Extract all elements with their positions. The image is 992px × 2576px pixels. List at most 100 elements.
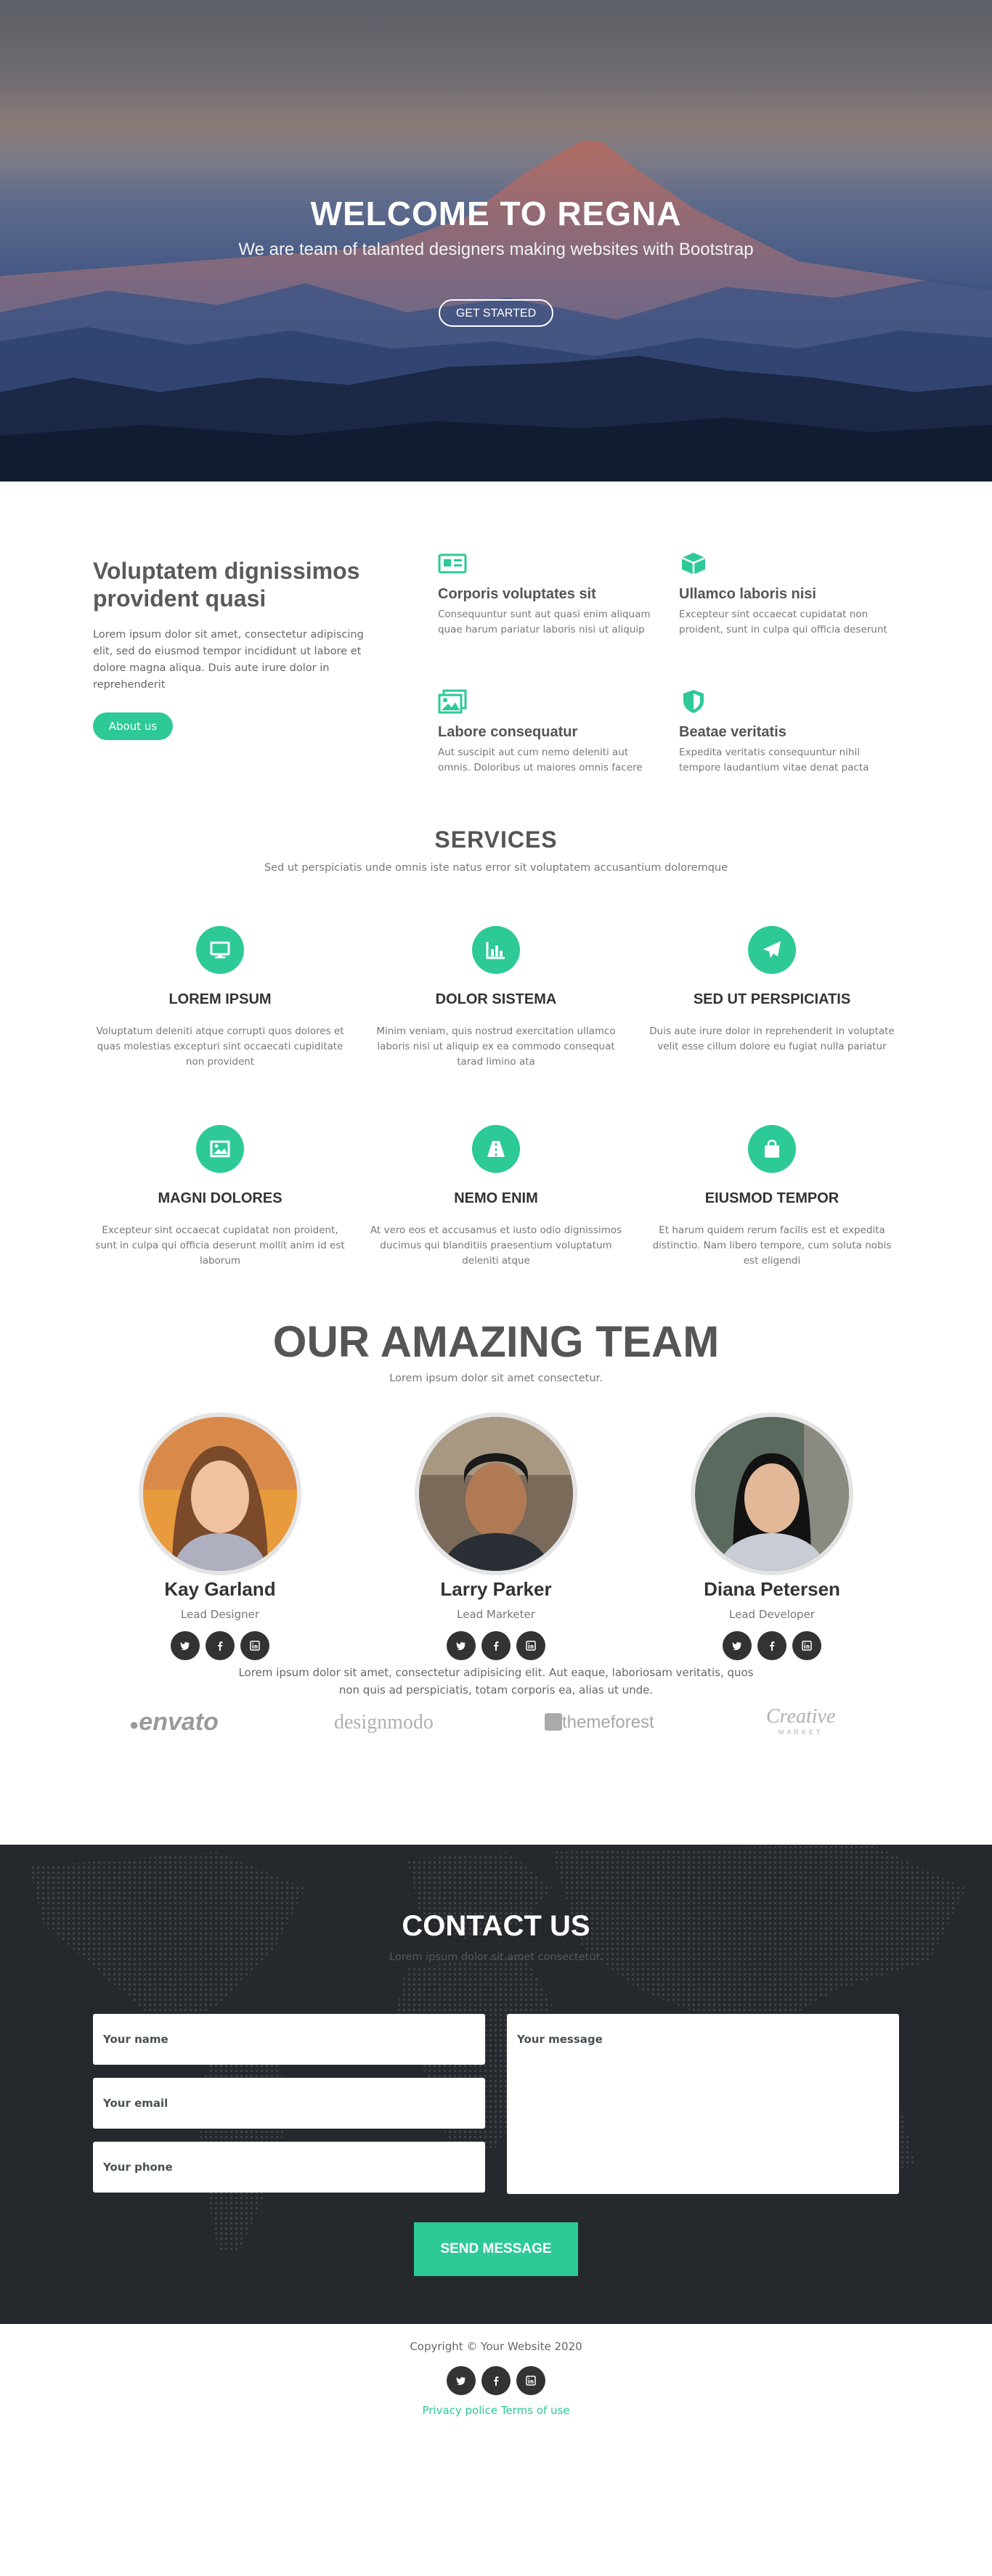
member-name: Diana Petersen [704,1578,840,1600]
feature-text: Excepteur sint occaecat cupidatat non pr… [679,609,887,635]
service-title: EIUSMOD TEMPOR [704,1190,839,1206]
terms-link[interactable]: Terms of use [501,2404,570,2417]
road-icon [472,1125,520,1173]
team-member: Diana Petersen Lead Developer [685,1413,859,1660]
client-logo-text: Creative [766,1705,836,1728]
facebook-icon[interactable] [206,1631,235,1660]
feature-title: Beatae veritatis [679,724,786,740]
member-role: Lead Designer [181,1608,259,1621]
facebook-icon[interactable] [481,1631,511,1660]
services-subtitle: Sed ut perspiciatis unde omnis iste natu… [264,862,728,874]
member-socials [133,1631,307,1660]
client-logo: designmodo [334,1711,434,1734]
client-logo: themeforest [545,1712,654,1733]
member-socials [409,1631,583,1660]
feature-text: Expedita veritatis consequuntur nihil te… [679,747,869,773]
feature-title: Ullamco laboris nisi [679,586,816,602]
contact-subtitle: Lorem ipsum dolor sit amet consectetur. [389,1951,603,1963]
feature-item: Beatae veritatis Expedita veritatis cons… [679,689,897,776]
member-name: Larry Parker [440,1578,552,1600]
services-section: SERVICES Sed ut perspiciatis unde omnis … [0,801,992,1267]
hero-subtitle: We are team of talanted designers making… [238,240,754,259]
image-icon [196,1125,244,1173]
twitter-icon[interactable] [447,1631,476,1660]
service-item: SED UT PERSPICIATIS Duis aute irure dolo… [645,926,899,1055]
send-message-button[interactable]: SEND MESSAGE [414,2222,578,2276]
linkedin-icon[interactable] [516,1631,545,1660]
services-title: SERVICES [434,826,558,853]
cube-icon [681,553,706,574]
team-title: OUR AMAZING TEAM [272,1317,720,1366]
linkedin-icon[interactable] [792,1631,821,1660]
privacy-link[interactable]: Privacy police [422,2404,497,2417]
desktop-icon [196,926,244,974]
email-field[interactable]: Your email [93,2078,485,2129]
avatar [139,1413,301,1575]
about-title: Voluptatem dignissimos provident quasi [93,558,360,612]
team-section: OUR AMAZING TEAM Lorem ipsum dolor sit a… [0,1259,992,1845]
about-us-button[interactable]: About us [93,712,173,740]
phone-field[interactable]: Your phone [93,2142,485,2193]
envato-leaf-icon: ● [129,1715,139,1734]
avatar [415,1413,577,1575]
twitter-icon[interactable] [171,1631,200,1660]
contact-section: CONTACT US Lorem ipsum dolor sit amet co… [0,1845,992,2324]
shield-icon [683,690,704,713]
linkedin-icon[interactable] [240,1631,269,1660]
service-title: SED UT PERSPICIATIS [693,991,851,1007]
feature-text: Aut suscipit aut cum nemo deleniti aut o… [438,747,643,773]
service-item: DOLOR SISTEMA Minim veniam, quis nostrud… [369,926,623,1070]
footer-socials [0,2366,992,2395]
hero-section: WELCOME TO REGNA We are team of talanted… [0,0,992,482]
contact-title: CONTACT US [402,1910,590,1942]
newspaper-icon [438,553,467,574]
service-title: LOREM IPSUM [168,991,272,1007]
clients-row: ●envato designmodo themeforest Creative … [0,1699,992,1743]
service-title: MAGNI DOLORES [158,1190,282,1206]
hero-title: WELCOME TO REGNA [310,195,682,232]
get-started-button[interactable]: GET STARTED [439,299,553,327]
client-logo-subtext: MARKET [778,1728,824,1736]
team-description: Lorem ipsum dolor sit amet, consectetur … [238,1666,754,1697]
twitter-icon[interactable] [723,1631,752,1660]
images-icon [438,689,467,714]
feature-item: Corporis voluptates sit Consequuntur sun… [438,551,656,638]
feature-title: Labore consequatur [438,724,578,740]
team-subtitle: Lorem ipsum dolor sit amet consectetur. [389,1373,603,1384]
twitter-icon[interactable] [447,2366,476,2395]
about-intro: Voluptatem dignissimos provident quasi L… [93,557,383,740]
themeforest-leaf-icon [545,1713,562,1731]
linkedin-icon[interactable] [516,2366,545,2395]
team-member: Larry Parker Lead Marketer [409,1413,583,1660]
avatar [691,1413,853,1575]
client-logo: Creative MARKET [766,1705,835,1736]
service-text: Duis aute irure dolor in reprehenderit i… [649,1025,895,1052]
bar-chart-icon [472,926,520,974]
copyright: Copyright © Your Website 2020 [410,2340,582,2353]
member-name: Kay Garland [164,1578,276,1600]
client-logo: ●envato [129,1708,219,1736]
feature-text: Consequuntur sunt aut quasi enim aliquam… [438,609,651,635]
service-item: LOREM IPSUM Voluptatum deleniti atque co… [93,926,347,1070]
name-field[interactable]: Your name [93,2014,485,2065]
service-item: EIUSMOD TEMPOR Et harum quidem rerum fac… [645,1125,899,1269]
member-role: Lead Marketer [457,1608,535,1621]
team-member: Kay Garland Lead Designer [133,1413,307,1660]
facebook-icon[interactable] [757,1631,786,1660]
member-socials [685,1631,859,1660]
service-item: MAGNI DOLORES Excepteur sint occaecat cu… [93,1125,347,1269]
hero-content: WELCOME TO REGNA We are team of talanted… [0,193,992,327]
message-field[interactable]: Your message [507,2014,899,2194]
footer: Copyright © Your Website 2020 Privacy po… [0,2324,992,2445]
about-section: Voluptatem dignissimos provident quasi L… [0,482,992,801]
member-role: Lead Developer [729,1608,815,1621]
feature-item: Labore consequatur Aut suscipit aut cum … [438,689,656,776]
shopping-bag-icon [748,1125,796,1173]
facebook-icon[interactable] [481,2366,511,2395]
feature-title: Corporis voluptates sit [438,586,596,602]
footer-links: Privacy police Terms of use [0,2404,992,2417]
service-text: Minim veniam, quis nostrud exercitation … [376,1025,616,1068]
service-item: NEMO ENIM At vero eos et accusamus et iu… [369,1125,623,1269]
about-text: Lorem ipsum dolor sit amet, consectetur … [93,629,364,691]
service-title: NEMO ENIM [454,1190,538,1206]
